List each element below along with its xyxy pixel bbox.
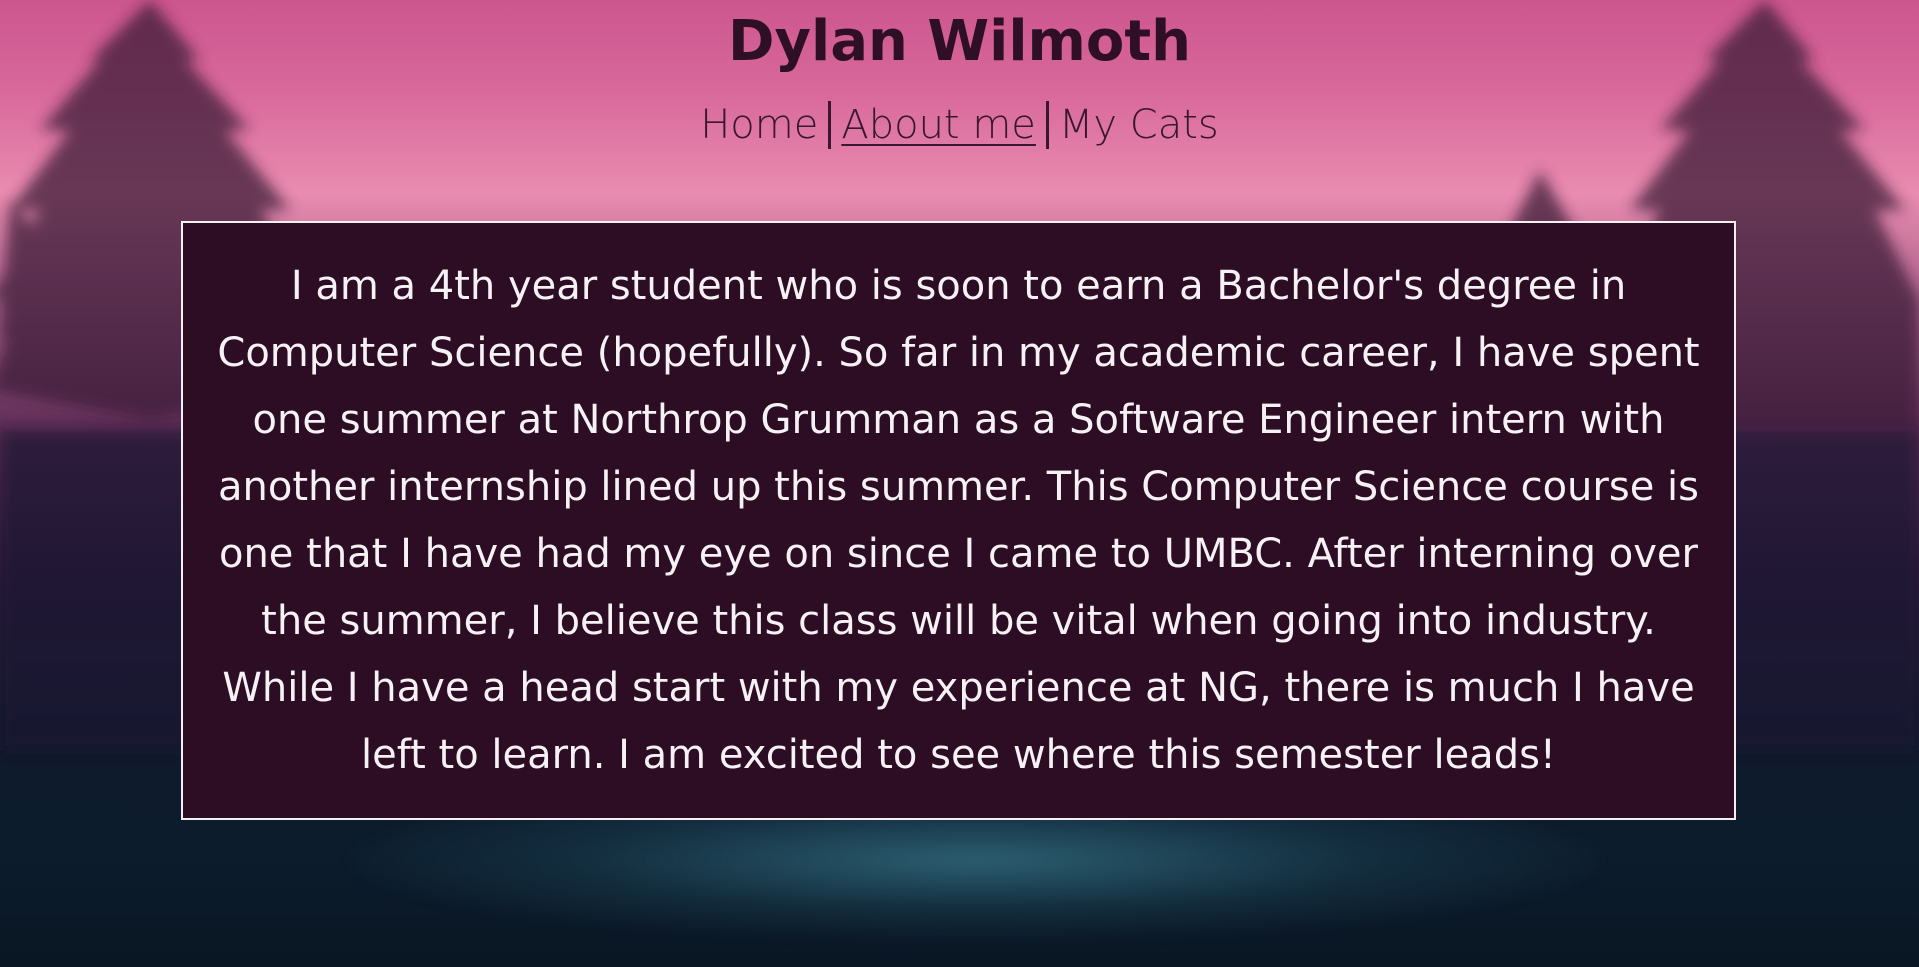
- nav-link-home[interactable]: Home: [694, 100, 824, 150]
- site-title: Dylan Wilmoth: [728, 9, 1191, 74]
- nav-separator: [1045, 101, 1049, 149]
- site-header: Dylan Wilmoth Home About me My Cats: [0, 0, 1919, 150]
- main-nav: Home About me My Cats: [0, 100, 1919, 150]
- about-panel: I am a 4th year student who is soon to e…: [181, 221, 1736, 820]
- nav-link-about-me[interactable]: About me: [835, 100, 1042, 150]
- nav-link-my-cats[interactable]: My Cats: [1053, 100, 1225, 150]
- nav-separator: [828, 101, 832, 149]
- about-paragraph: I am a 4th year student who is soon to e…: [217, 262, 1700, 778]
